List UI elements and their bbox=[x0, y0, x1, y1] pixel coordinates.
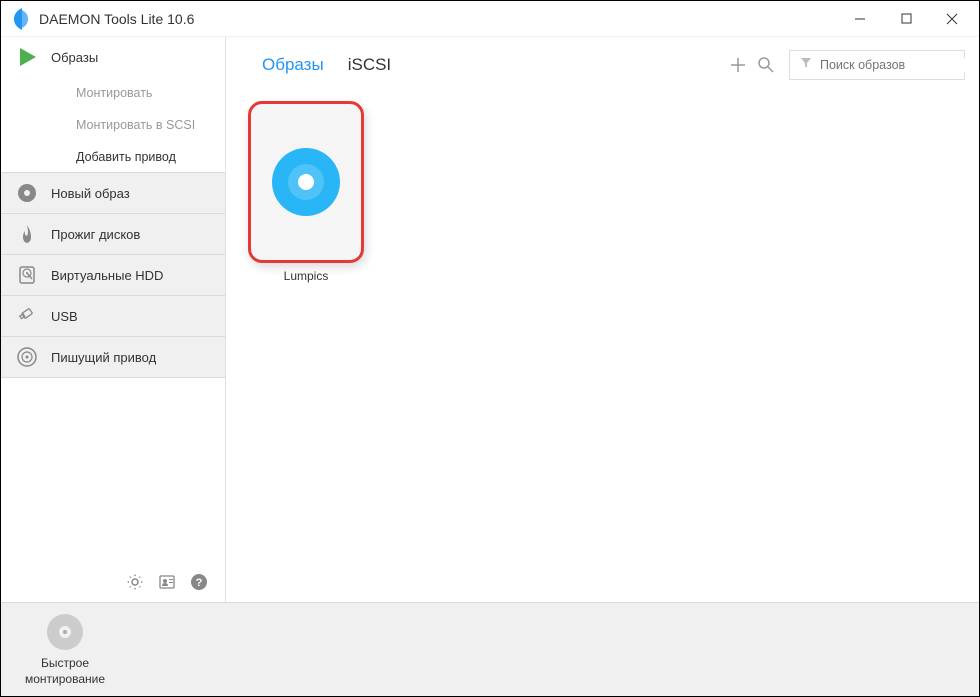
drive-icon bbox=[15, 345, 39, 369]
gear-icon[interactable] bbox=[125, 572, 145, 592]
toolbar: Образы iSCSI bbox=[226, 37, 979, 93]
content-area: Lumpics bbox=[226, 93, 979, 602]
sidebar-item-label: Прожиг дисков bbox=[51, 227, 140, 242]
window-controls bbox=[837, 3, 975, 35]
tile-label: Lumpics bbox=[284, 269, 329, 283]
sidebar-item-label: Монтировать bbox=[76, 86, 152, 100]
sidebar-item-label: Новый образ bbox=[51, 186, 130, 201]
main-body: Образы Монтировать Монтировать в SCSI До… bbox=[1, 37, 979, 602]
quick-mount-icon bbox=[45, 612, 85, 652]
sidebar-item-usb[interactable]: USB bbox=[1, 295, 225, 337]
flame-icon bbox=[15, 222, 39, 246]
tab-images[interactable]: Образы bbox=[262, 51, 324, 79]
help-icon[interactable]: ? bbox=[189, 572, 209, 592]
sidebar-item-vhdd[interactable]: Виртуальные HDD bbox=[1, 254, 225, 296]
minimize-button[interactable] bbox=[837, 3, 883, 35]
window-title: DAEMON Tools Lite 10.6 bbox=[39, 11, 837, 27]
search-box[interactable] bbox=[789, 50, 965, 80]
disc-image-icon bbox=[266, 142, 346, 222]
sidebar-item-writable-drive[interactable]: Пишущий привод bbox=[1, 336, 225, 378]
sidebar-item-images[interactable]: Образы bbox=[1, 37, 225, 77]
tabs: Образы iSCSI bbox=[240, 51, 391, 79]
sidebar-item-label: Виртуальные HDD bbox=[51, 268, 163, 283]
app-logo-icon bbox=[13, 8, 31, 30]
sidebar-item-label: Добавить привод bbox=[76, 150, 176, 164]
tab-iscsi[interactable]: iSCSI bbox=[348, 51, 391, 79]
quick-mount-label: Быстрое монтирование bbox=[25, 656, 105, 687]
main-area: Образы iSCSI bbox=[226, 37, 979, 602]
titlebar: DAEMON Tools Lite 10.6 bbox=[1, 1, 979, 37]
sidebar-item-add-drive[interactable]: Добавить привод bbox=[1, 141, 225, 173]
image-tile[interactable]: Lumpics bbox=[248, 101, 364, 283]
hdd-icon bbox=[15, 263, 39, 287]
sidebar: Образы Монтировать Монтировать в SCSI До… bbox=[1, 37, 226, 602]
tile-frame bbox=[248, 101, 364, 263]
usb-icon bbox=[15, 304, 39, 328]
maximize-button[interactable] bbox=[883, 3, 929, 35]
bottom-panel: Быстрое монтирование bbox=[1, 602, 979, 696]
filter-icon bbox=[800, 56, 812, 74]
search-button[interactable] bbox=[755, 54, 777, 76]
sidebar-item-label: USB bbox=[51, 309, 78, 324]
search-input[interactable] bbox=[820, 58, 979, 72]
sidebar-item-label: Монтировать в SCSI bbox=[76, 118, 195, 132]
disc-icon bbox=[15, 181, 39, 205]
sidebar-spacer bbox=[1, 378, 225, 561]
sidebar-item-label: Пишущий привод bbox=[51, 350, 156, 365]
add-button[interactable] bbox=[727, 54, 749, 76]
sidebar-item-burn[interactable]: Прожиг дисков bbox=[1, 213, 225, 255]
sidebar-item-label: Образы bbox=[51, 50, 98, 65]
svg-text:?: ? bbox=[196, 577, 203, 589]
image-grid: Lumpics bbox=[248, 101, 979, 283]
close-button[interactable] bbox=[929, 3, 975, 35]
play-icon bbox=[15, 45, 39, 69]
contacts-icon[interactable] bbox=[157, 572, 177, 592]
quick-mount-button[interactable]: Быстрое монтирование bbox=[25, 612, 105, 687]
sidebar-item-new-image[interactable]: Новый образ bbox=[1, 172, 225, 214]
sidebar-item-mount[interactable]: Монтировать bbox=[1, 77, 225, 109]
application-window: DAEMON Tools Lite 10.6 Образы Монтироват… bbox=[0, 0, 980, 697]
sidebar-item-mount-scsi[interactable]: Монтировать в SCSI bbox=[1, 109, 225, 141]
sidebar-footer: ? bbox=[1, 561, 225, 602]
